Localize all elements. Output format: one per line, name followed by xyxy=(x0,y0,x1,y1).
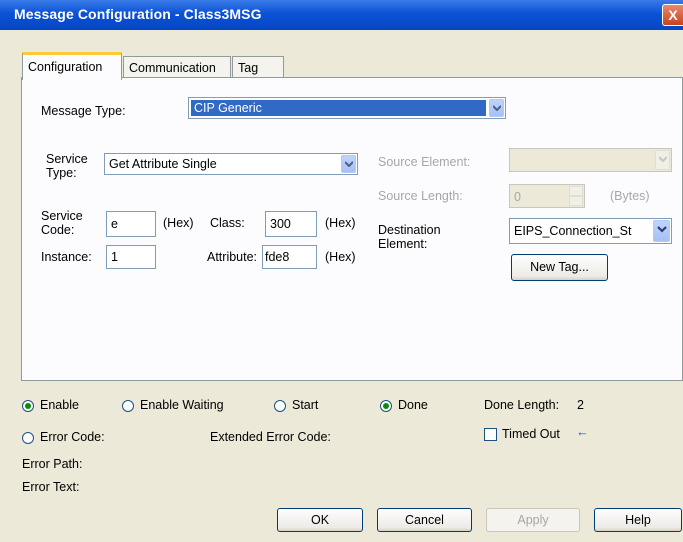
error-text-label: Error Text: xyxy=(22,480,80,494)
cancel-button[interactable]: Cancel xyxy=(377,508,472,532)
spinner-icon xyxy=(569,186,583,206)
service-type-label-line2: Type: xyxy=(46,166,77,180)
source-element-label: Source Element: xyxy=(378,155,471,169)
class-input[interactable]: 300 xyxy=(265,211,317,237)
tab-communication[interactable]: Communication xyxy=(123,56,231,78)
chevron-down-icon xyxy=(655,150,670,170)
instance-input[interactable]: 1 xyxy=(106,245,156,269)
destination-element-select[interactable]: EIPS_Connection_St xyxy=(509,218,672,244)
source-length-value: 0 xyxy=(514,190,521,204)
enable-waiting-radio xyxy=(122,400,134,412)
class-label: Class: xyxy=(210,216,245,230)
source-length-input[interactable]: 0 xyxy=(509,184,585,208)
enable-label: Enable xyxy=(40,398,79,412)
service-code-label-line2: Code: xyxy=(41,223,75,237)
enable-radio xyxy=(22,400,34,412)
instance-label: Instance: xyxy=(41,250,92,264)
class-hex-label: (Hex) xyxy=(325,216,356,230)
error-code-radio xyxy=(22,432,34,444)
message-type-value: CIP Generic xyxy=(194,101,262,115)
help-button[interactable]: Help xyxy=(594,508,682,532)
destination-label-line1: Destination xyxy=(378,223,441,237)
new-tag-button[interactable]: New Tag... xyxy=(511,254,608,281)
done-label: Done xyxy=(398,398,428,412)
ok-button[interactable]: OK xyxy=(277,508,363,532)
done-length-label: Done Length: xyxy=(484,398,560,412)
service-code-input[interactable]: e xyxy=(106,211,156,237)
destination-label-line2: Element: xyxy=(378,237,428,251)
attribute-hex-label: (Hex) xyxy=(325,250,356,264)
chevron-down-icon[interactable] xyxy=(489,99,504,117)
bytes-label: (Bytes) xyxy=(610,189,650,203)
configuration-panel: Message Type: CIP Generic Service Type: … xyxy=(21,77,683,381)
timed-out-label: Timed Out xyxy=(502,427,560,441)
source-length-label: Source Length: xyxy=(378,189,463,203)
service-type-label-line1: Service xyxy=(46,152,88,166)
error-code-label: Error Code: xyxy=(40,430,105,444)
chevron-down-icon[interactable] xyxy=(341,155,356,173)
start-label: Start xyxy=(292,398,319,412)
timed-out-arrow-icon: ← xyxy=(576,425,589,439)
chevron-down-icon[interactable] xyxy=(653,220,670,242)
service-code-label-line1: Service xyxy=(41,209,83,223)
service-code-hex-label: (Hex) xyxy=(163,216,194,230)
attribute-label: Attribute: xyxy=(207,250,258,264)
done-length-value: 2 xyxy=(577,398,584,412)
timed-out-checkbox xyxy=(484,428,497,441)
tab-tag[interactable]: Tag xyxy=(232,56,284,78)
error-path-label: Error Path: xyxy=(22,457,83,471)
source-element-select[interactable] xyxy=(509,148,672,172)
apply-button[interactable]: Apply xyxy=(486,508,580,532)
message-type-select[interactable]: CIP Generic xyxy=(188,97,506,119)
enable-waiting-label: Enable Waiting xyxy=(140,398,224,412)
start-radio xyxy=(274,400,286,412)
message-type-label: Message Type: xyxy=(41,104,126,118)
extended-error-code-label: Extended Error Code: xyxy=(210,430,331,444)
window-title: Message Configuration - Class3MSG xyxy=(14,6,262,22)
destination-element-value: EIPS_Connection_St xyxy=(514,224,632,238)
close-button[interactable]: X xyxy=(662,4,683,26)
service-type-select[interactable]: Get Attribute Single xyxy=(104,153,358,175)
done-radio xyxy=(380,400,392,412)
tab-configuration[interactable]: Configuration xyxy=(22,52,122,80)
service-type-value: Get Attribute Single xyxy=(109,157,217,171)
attribute-input[interactable]: fde8 xyxy=(262,245,317,269)
